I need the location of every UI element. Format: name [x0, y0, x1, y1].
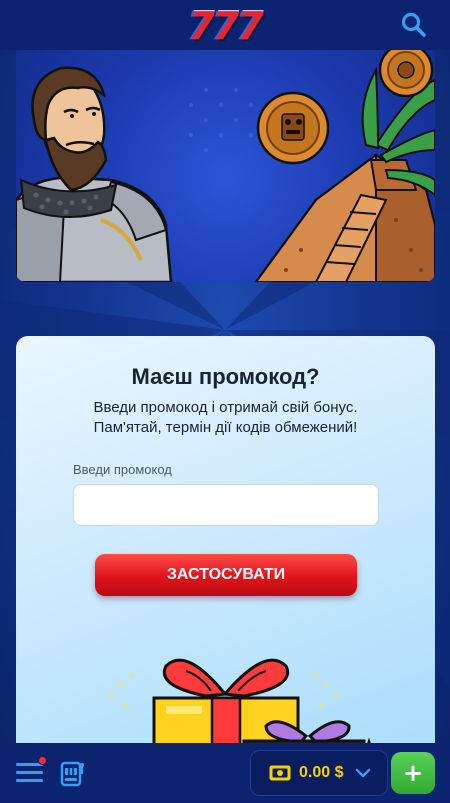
slot-machine-icon [60, 761, 84, 787]
search-button[interactable] [400, 11, 428, 39]
promo-subtitle: Введи промокод і отримай свій бонус. Пам… [46, 398, 405, 438]
cash-icon [269, 765, 291, 781]
bottom-navigation: 0.00 $ + [0, 743, 450, 803]
hamburger-menu-icon-line [16, 771, 43, 774]
apply-promo-button[interactable]: ЗАСТОСУВАТИ [95, 554, 357, 596]
promo-subtitle-line2: Пам'ятай, термін дії кодів обмежений! [93, 419, 358, 436]
balance-selector[interactable]: 0.00 $ [250, 750, 388, 796]
balance-amount: 0.00 $ [299, 764, 344, 781]
chevron-down-icon [356, 768, 371, 778]
gift-illustration [93, 658, 380, 756]
slot-games-button[interactable] [60, 760, 84, 788]
top-header: 777 [0, 0, 450, 50]
promo-title: Маєш промокод? [131, 364, 320, 389]
promo-input-label: Введи промокод [73, 462, 172, 477]
deposit-button[interactable]: + [391, 752, 435, 794]
promo-subtitle-line1: Введи промокод і отримай свій бонус. [93, 399, 358, 416]
promo-code-card: Маєш промокод? Введи промокод і отримай … [16, 336, 435, 756]
notification-badge [38, 756, 47, 765]
hamburger-menu-icon-line [16, 779, 43, 782]
hero-banner[interactable] [16, 50, 435, 282]
promo-code-input[interactable] [73, 484, 379, 526]
search-icon [401, 12, 426, 37]
casino-logo[interactable]: 777 [188, 4, 263, 48]
